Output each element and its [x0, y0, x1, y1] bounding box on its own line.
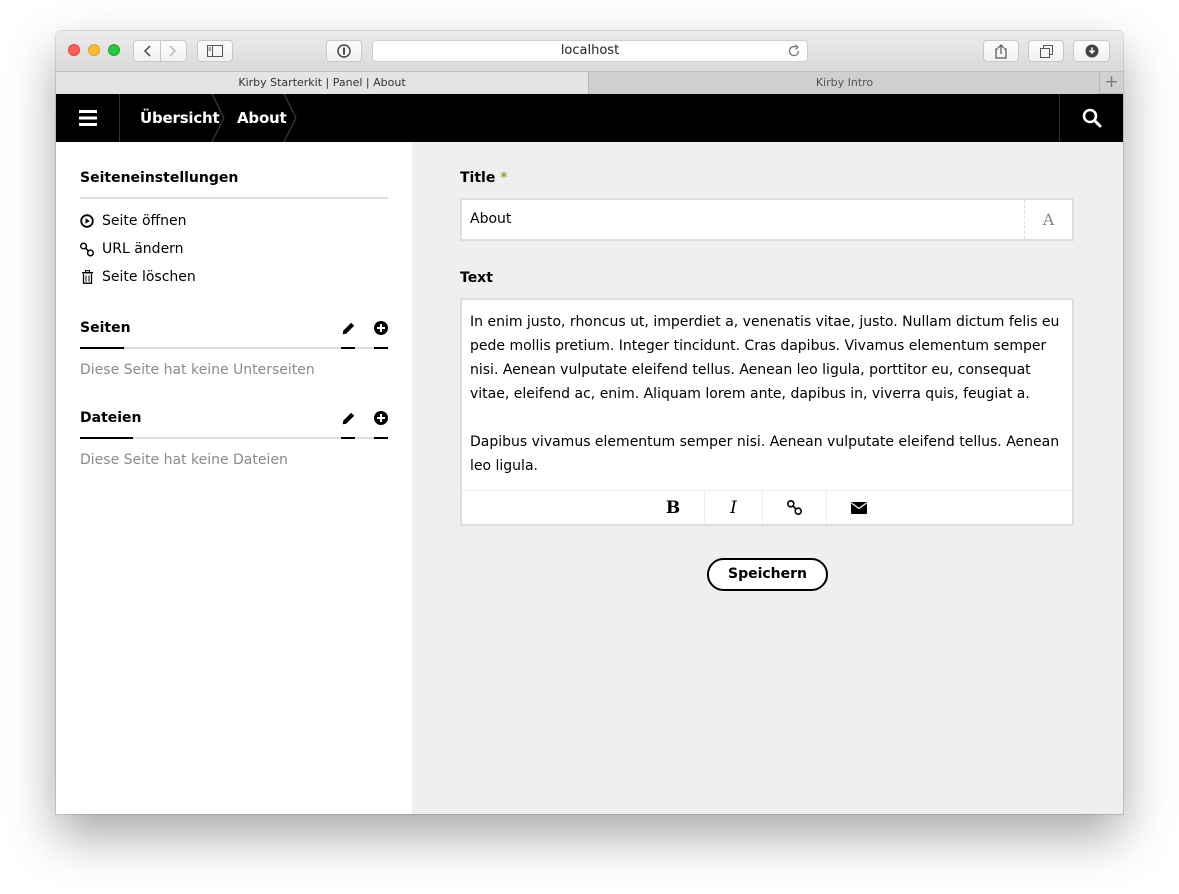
delete-page-link[interactable]: Seite löschen — [80, 269, 196, 285]
text-paragraph: Dapibus vivamus elementum semper nisi. A… — [470, 434, 1060, 474]
text-editor[interactable]: In enim justo, rhoncus ut, imperdiet a, … — [460, 298, 1074, 526]
menu-button[interactable] — [56, 94, 120, 142]
back-button[interactable] — [134, 41, 160, 61]
plus-circle-icon — [374, 411, 388, 425]
text-paragraph: In enim justo, rhoncus ut, imperdiet a, … — [470, 314, 1060, 402]
chevron-left-icon — [143, 45, 151, 57]
forward-button[interactable] — [161, 41, 187, 61]
download-icon — [1085, 44, 1098, 58]
no-files-message: Diese Seite hat keine Dateien — [80, 452, 288, 468]
main-content: Title * About A Text In enim justo, rhon… — [412, 142, 1123, 814]
url-text: localhost — [560, 43, 620, 58]
insert-link-button[interactable] — [763, 491, 826, 524]
browser-tab-inactive[interactable]: Kirby Intro — [590, 72, 1099, 94]
insert-email-button[interactable] — [827, 491, 891, 524]
share-button[interactable] — [983, 40, 1019, 62]
close-window-button[interactable] — [68, 44, 80, 56]
add-underline — [374, 437, 388, 439]
section-underline — [80, 347, 124, 349]
show-sidebar-button[interactable] — [197, 40, 233, 62]
section-underline — [80, 437, 133, 439]
breadcrumb-separator-icon — [283, 94, 297, 142]
hamburger-icon — [78, 110, 97, 126]
new-tab-button[interactable]: + — [1099, 72, 1123, 94]
search-icon — [1082, 108, 1101, 128]
play-circle-icon — [80, 214, 94, 228]
title-input[interactable]: About A — [460, 198, 1074, 241]
edit-underline — [341, 437, 355, 439]
share-icon — [995, 43, 1007, 59]
breadcrumb-about[interactable]: About — [237, 94, 287, 142]
link-icon — [787, 500, 802, 515]
browser-tab-bar: Kirby Starterkit | Panel | About Kirby I… — [56, 71, 1123, 94]
required-marker: * — [500, 170, 508, 186]
no-subpages-message: Diese Seite hat keine Unterseiten — [80, 362, 315, 378]
breadcrumb-overview[interactable]: Übersicht — [140, 94, 220, 142]
change-url-label: URL ändern — [102, 241, 184, 257]
downloads-button[interactable] — [1073, 40, 1110, 62]
tab-overview-button[interactable] — [1028, 40, 1064, 62]
edit-underline — [341, 347, 355, 349]
tabs-overview-icon — [1039, 44, 1053, 58]
edit-files-button[interactable] — [341, 411, 355, 425]
title-value: About — [470, 211, 512, 227]
bold-button[interactable]: B — [643, 491, 703, 524]
info-button[interactable] — [326, 40, 362, 62]
pages-heading: Seiten — [80, 320, 131, 336]
envelope-icon — [851, 501, 867, 514]
pencil-icon — [342, 412, 354, 424]
maximize-window-button[interactable] — [108, 44, 120, 56]
panel-topbar: Übersicht About — [56, 94, 1123, 142]
sidebar: Seiteneinstellungen Seite öffnen URL änd… — [56, 142, 412, 814]
browser-toolbar: localhost — [56, 31, 1123, 71]
title-label-text: Title — [460, 170, 496, 186]
chevron-right-icon — [169, 45, 177, 57]
info-circle-icon — [337, 44, 351, 58]
link-icon — [80, 242, 94, 256]
save-button[interactable]: Speichern — [707, 558, 828, 591]
add-underline — [374, 347, 388, 349]
change-url-link[interactable]: URL ändern — [80, 241, 184, 257]
search-button[interactable] — [1059, 94, 1123, 142]
open-page-link[interactable]: Seite öffnen — [80, 213, 187, 229]
editor-toolbar: B I — [462, 490, 1072, 524]
edit-pages-button[interactable] — [341, 321, 355, 335]
text-editor-content[interactable]: In enim justo, rhoncus ut, imperdiet a, … — [462, 300, 1072, 478]
open-page-label: Seite öffnen — [102, 213, 187, 229]
browser-tab-active[interactable]: Kirby Starterkit | Panel | About — [56, 72, 589, 94]
title-label: Title * — [460, 170, 508, 186]
files-heading: Dateien — [80, 410, 142, 426]
breadcrumb-separator-icon — [211, 94, 225, 142]
text-field-icon: A — [1024, 200, 1072, 239]
text-label: Text — [460, 270, 493, 286]
sidebar-icon — [207, 45, 223, 57]
reload-icon[interactable] — [787, 44, 801, 58]
trash-icon — [81, 270, 93, 284]
divider — [80, 197, 388, 199]
address-bar[interactable]: localhost — [372, 40, 808, 62]
browser-window: localhost Kirby Starterkit | Panel | Abo… — [56, 31, 1123, 814]
add-page-button[interactable] — [374, 321, 388, 335]
italic-button[interactable]: I — [705, 491, 762, 524]
pencil-icon — [342, 322, 354, 334]
minimize-window-button[interactable] — [88, 44, 100, 56]
page-settings-heading: Seiteneinstellungen — [80, 170, 239, 186]
plus-circle-icon — [374, 321, 388, 335]
navigation-buttons — [133, 40, 187, 62]
delete-page-label: Seite löschen — [102, 269, 196, 285]
add-file-button[interactable] — [374, 411, 388, 425]
